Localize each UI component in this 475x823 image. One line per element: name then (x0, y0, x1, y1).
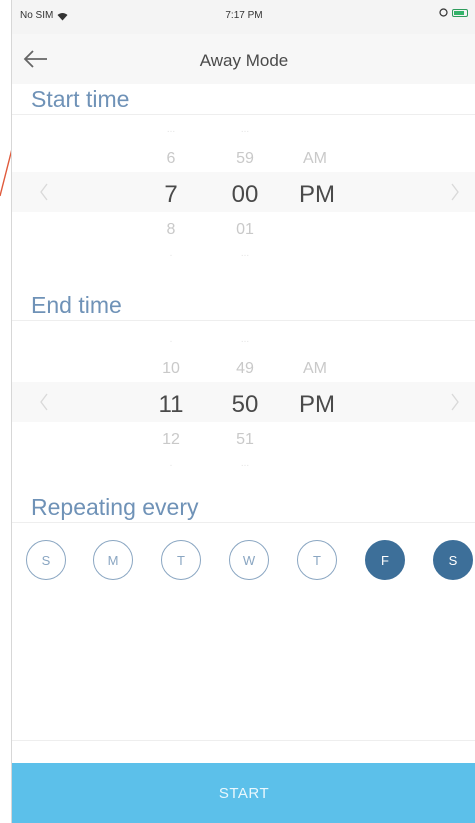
picker-faint-dot: ... (240, 334, 250, 345)
day-button-monday[interactable]: M (93, 540, 133, 580)
minute-below[interactable]: 51 (236, 431, 254, 449)
day-button-friday[interactable]: F (365, 540, 405, 580)
minute-above[interactable]: 59 (236, 150, 254, 168)
hour-selected[interactable]: 11 (159, 391, 184, 419)
day-button-thursday[interactable]: T (297, 540, 337, 580)
status-bar: No SIM 7:17 PM (12, 0, 475, 34)
start-button[interactable]: START (12, 763, 475, 823)
chevron-right-icon[interactable] (448, 390, 462, 414)
end-time-label: End time (31, 292, 122, 318)
chevron-left-icon[interactable] (37, 180, 51, 204)
minute-above[interactable]: 49 (236, 360, 254, 378)
picker-faint-dot: . (169, 248, 173, 259)
start-time-picker[interactable]: ... ... 6 59 AM 7 00 PM 8 01 . ... (12, 122, 475, 270)
picker-faint-dot: ... (240, 458, 250, 469)
hour-below[interactable]: 8 (167, 221, 176, 239)
page-title: Away Mode (199, 51, 289, 70)
repeat-label: Repeating every (31, 494, 199, 520)
picker-faint-dot: ... (166, 124, 176, 135)
chevron-right-icon[interactable] (448, 180, 462, 204)
day-button-tuesday[interactable]: T (161, 540, 201, 580)
picker-faint-dot: . (169, 458, 173, 469)
day-button-sunday[interactable]: S (26, 540, 66, 580)
divider (12, 740, 475, 741)
navigation-bar: Away Mode (12, 34, 475, 86)
picker-faint-dot: ... (240, 248, 250, 259)
hour-below[interactable]: 12 (162, 431, 180, 449)
end-time-header: End time (12, 290, 475, 321)
hour-selected[interactable]: 7 (164, 181, 177, 209)
period-above[interactable]: AM (303, 150, 327, 168)
hour-above[interactable]: 6 (167, 150, 176, 168)
minute-below[interactable]: 01 (236, 221, 254, 239)
app-screen: No SIM 7:17 PM Away Mode Start time ... … (11, 0, 475, 823)
picker-faint-dot: ... (240, 124, 250, 135)
picker-faint-dot: . (169, 334, 173, 345)
status-time: 7:17 PM (225, 10, 263, 21)
minute-selected[interactable]: 50 (232, 391, 259, 419)
day-button-wednesday[interactable]: W (229, 540, 269, 580)
repeat-header: Repeating every (12, 492, 475, 523)
period-above[interactable]: AM (303, 360, 327, 378)
status-right (439, 8, 468, 17)
period-selected[interactable]: PM (299, 181, 335, 209)
rotation-lock-icon (439, 8, 448, 17)
period-selected[interactable]: PM (299, 391, 335, 419)
end-time-picker[interactable]: . ... 10 49 AM 11 50 PM 12 51 . ... (12, 332, 475, 480)
battery-icon (452, 8, 468, 17)
minute-selected[interactable]: 00 (232, 181, 259, 209)
chevron-left-icon[interactable] (37, 390, 51, 414)
day-button-saturday[interactable]: S (433, 540, 473, 580)
start-time-header: Start time (12, 84, 475, 115)
hour-above[interactable]: 10 (162, 360, 180, 378)
start-time-label: Start time (31, 86, 130, 112)
weekday-selector: S M T W T F S (12, 540, 475, 584)
